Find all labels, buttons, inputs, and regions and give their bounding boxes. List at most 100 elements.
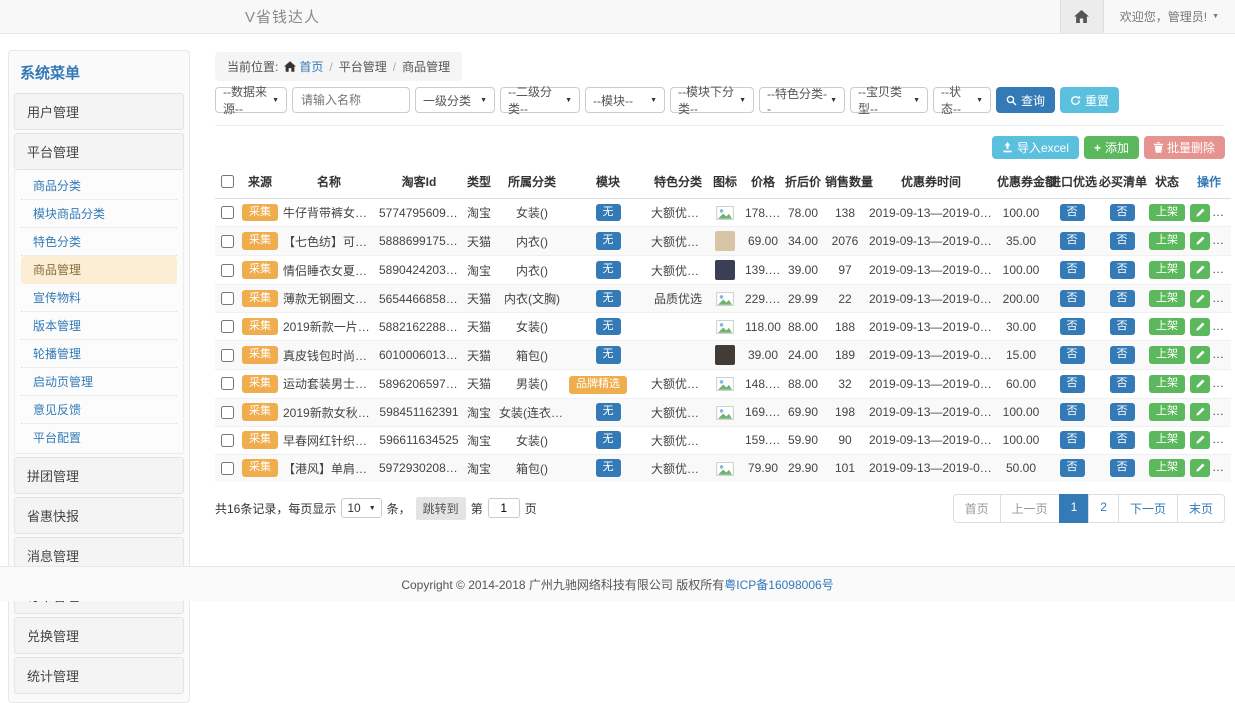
sidebar-group[interactable]: 用户管理 [14, 93, 184, 130]
jump-page-input[interactable] [488, 498, 520, 518]
import-optional-badge[interactable]: 否 [1060, 403, 1085, 421]
module-badge[interactable]: 无 [596, 346, 621, 364]
import-optional-badge[interactable]: 否 [1060, 318, 1085, 336]
module-badge[interactable]: 无 [596, 431, 621, 449]
sidebar-item[interactable]: 意见反馈 [21, 396, 177, 424]
sidebar-group[interactable]: 统计管理 [14, 657, 184, 694]
sidebar-group[interactable]: 省惠快报 [14, 497, 184, 534]
row-checkbox[interactable] [221, 406, 234, 419]
home-button[interactable] [1060, 0, 1104, 33]
page-button[interactable]: 2 [1088, 494, 1119, 523]
import-excel-button[interactable]: 导入excel [992, 136, 1079, 159]
product-name-input[interactable] [292, 87, 410, 113]
row-checkbox[interactable] [221, 377, 234, 390]
import-optional-badge[interactable]: 否 [1060, 232, 1085, 250]
must-buy-badge[interactable]: 否 [1110, 375, 1135, 393]
sidebar-item[interactable]: 宣传物料 [21, 284, 177, 312]
page-button[interactable]: 首页 [953, 494, 1001, 523]
status-badge[interactable]: 上架 [1149, 403, 1185, 421]
select-all-checkbox[interactable] [221, 175, 234, 188]
feature-category-select[interactable]: --特色分类--▼ [759, 87, 845, 113]
must-buy-badge[interactable]: 否 [1110, 346, 1135, 364]
must-buy-badge[interactable]: 否 [1110, 204, 1135, 222]
icp-link[interactable]: 粤ICP备16098006号 [724, 576, 833, 593]
must-buy-badge[interactable]: 否 [1110, 318, 1135, 336]
row-checkbox[interactable] [221, 264, 234, 277]
edit-button[interactable] [1190, 403, 1210, 421]
level2-category-select[interactable]: --二级分类--▼ [500, 87, 580, 113]
sidebar-item[interactable]: 模块商品分类 [21, 200, 177, 228]
edit-button[interactable] [1190, 459, 1210, 477]
row-checkbox[interactable] [221, 462, 234, 475]
page-button[interactable]: 末页 [1177, 494, 1225, 523]
status-badge[interactable]: 上架 [1149, 431, 1185, 449]
must-buy-badge[interactable]: 否 [1110, 431, 1135, 449]
row-checkbox[interactable] [221, 292, 234, 305]
module-badge[interactable]: 无 [596, 261, 621, 279]
sidebar-item[interactable]: 轮播管理 [21, 340, 177, 368]
sidebar-item[interactable]: 启动页管理 [21, 368, 177, 396]
status-badge[interactable]: 上架 [1149, 318, 1185, 336]
batch-delete-button[interactable]: 批量删除 [1144, 136, 1225, 159]
import-optional-badge[interactable]: 否 [1060, 204, 1085, 222]
sidebar-group[interactable]: 兑换管理 [14, 617, 184, 654]
row-checkbox[interactable] [221, 206, 234, 219]
sidebar-item[interactable]: 商品分类 [21, 172, 177, 200]
module-select[interactable]: --模块--▼ [585, 87, 665, 113]
import-optional-badge[interactable]: 否 [1060, 261, 1085, 279]
sidebar-item[interactable]: 特色分类 [21, 228, 177, 256]
module-badge[interactable]: 无 [596, 318, 621, 336]
edit-button[interactable] [1190, 232, 1210, 250]
import-optional-badge[interactable]: 否 [1060, 346, 1085, 364]
add-button[interactable]: + 添加 [1084, 136, 1139, 159]
edit-button[interactable] [1190, 261, 1210, 279]
status-badge[interactable]: 上架 [1149, 346, 1185, 364]
sidebar-item[interactable]: 平台配置 [21, 424, 177, 451]
module-badge[interactable]: 无 [596, 290, 621, 308]
row-checkbox[interactable] [221, 349, 234, 362]
reset-button[interactable]: 重置 [1060, 87, 1119, 113]
status-badge[interactable]: 上架 [1149, 232, 1185, 250]
data-source-select[interactable]: --数据来源--▼ [215, 87, 287, 113]
edit-button[interactable] [1190, 318, 1210, 336]
edit-button[interactable] [1190, 375, 1210, 393]
sidebar-group[interactable]: 平台管理 [14, 133, 184, 170]
must-buy-badge[interactable]: 否 [1110, 232, 1135, 250]
search-button[interactable]: 查询 [996, 87, 1055, 113]
level1-category-select[interactable]: 一级分类▼ [415, 87, 495, 113]
import-optional-badge[interactable]: 否 [1060, 290, 1085, 308]
must-buy-badge[interactable]: 否 [1110, 459, 1135, 477]
status-badge[interactable]: 上架 [1149, 459, 1185, 477]
row-checkbox[interactable] [221, 235, 234, 248]
status-select[interactable]: --状态--▼ [933, 87, 991, 113]
item-type-select[interactable]: --宝贝类型--▼ [850, 87, 928, 113]
status-badge[interactable]: 上架 [1149, 290, 1185, 308]
edit-button[interactable] [1190, 204, 1210, 222]
module-badge[interactable]: 无 [596, 204, 621, 222]
sidebar-item[interactable]: 版本管理 [21, 312, 177, 340]
must-buy-badge[interactable]: 否 [1110, 261, 1135, 279]
status-badge[interactable]: 上架 [1149, 204, 1185, 222]
page-size-select[interactable]: 10 ▼ [341, 498, 381, 518]
module-badge[interactable]: 无 [596, 403, 621, 421]
must-buy-badge[interactable]: 否 [1110, 290, 1135, 308]
status-badge[interactable]: 上架 [1149, 375, 1185, 393]
module-badge[interactable]: 无 [596, 232, 621, 250]
edit-button[interactable] [1190, 290, 1210, 308]
sidebar-group[interactable]: 拼团管理 [14, 457, 184, 494]
sidebar-item[interactable]: 商品管理 [21, 256, 177, 284]
jump-button[interactable]: 跳转到 [416, 497, 466, 520]
import-optional-badge[interactable]: 否 [1060, 459, 1085, 477]
module-badge[interactable]: 品牌精选 [569, 376, 627, 394]
must-buy-badge[interactable]: 否 [1110, 403, 1135, 421]
page-button[interactable]: 下一页 [1118, 494, 1178, 523]
page-button[interactable]: 1 [1059, 494, 1090, 523]
import-optional-badge[interactable]: 否 [1060, 375, 1085, 393]
breadcrumb-home-link[interactable]: 首页 [284, 58, 323, 75]
user-menu[interactable]: 欢迎您，管理员! ▼ [1104, 8, 1235, 25]
edit-button[interactable] [1190, 431, 1210, 449]
row-checkbox[interactable] [221, 434, 234, 447]
edit-button[interactable] [1190, 346, 1210, 364]
module-subcategory-select[interactable]: --模块下分类--▼ [670, 87, 754, 113]
status-badge[interactable]: 上架 [1149, 261, 1185, 279]
